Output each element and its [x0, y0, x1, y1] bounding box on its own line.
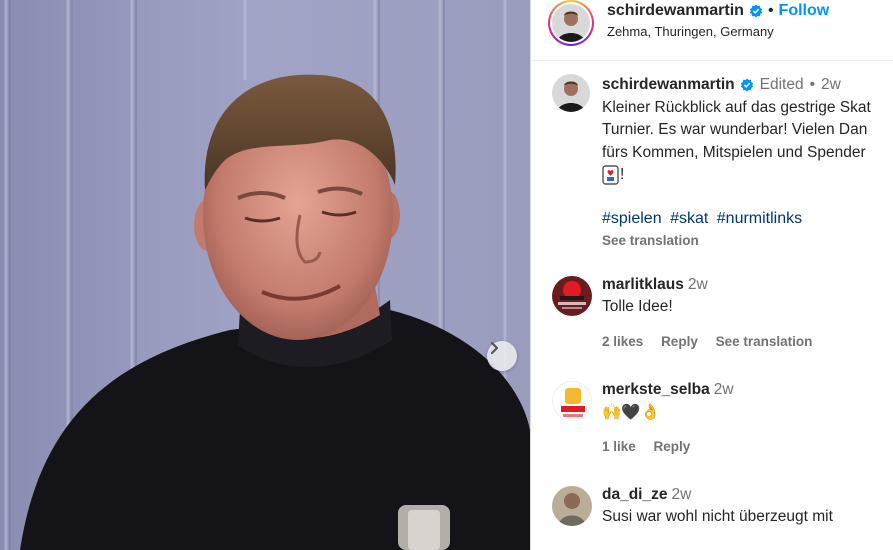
caption-avatar[interactable] — [552, 74, 590, 112]
comment-age[interactable]: 2w — [714, 381, 734, 398]
next-photo-button[interactable] — [487, 341, 517, 371]
comment-actions: 1 like Reply — [602, 439, 704, 454]
post-side-panel: schirdewanmartin • Follow Zehma, Thuring… — [530, 0, 893, 550]
comment-username[interactable]: merkste_selba — [602, 381, 710, 398]
caption-age[interactable]: 2w — [821, 74, 841, 97]
instagram-post-view: schirdewanmartin • Follow Zehma, Thuring… — [0, 0, 893, 550]
reply-button[interactable]: Reply — [661, 334, 698, 349]
verified-badge-icon — [740, 78, 753, 92]
header-username[interactable]: schirdewanmartin — [607, 2, 744, 20]
hashtag-link[interactable]: #skat — [670, 210, 708, 227]
header-username-row: schirdewanmartin • Follow — [607, 2, 829, 20]
caption-hashtags: #spielen #skat #nurmitlinks — [602, 210, 806, 228]
caption-line-3: fürs Kommen, Mitspielen und Spender — [602, 143, 866, 161]
comment-text: Tolle Idee! — [602, 298, 673, 315]
comment-text: 🙌🖤👌 — [602, 404, 660, 421]
commenter-avatar[interactable] — [552, 486, 592, 526]
comment-header: da_di_ze 2w — [602, 486, 691, 504]
separator-dot: • — [809, 76, 816, 93]
story-ring[interactable] — [548, 0, 594, 46]
hashtag-link[interactable]: #nurmitlinks — [717, 210, 802, 227]
comment-age[interactable]: 2w — [688, 276, 708, 293]
comment-likes[interactable]: 2 likes — [602, 334, 643, 349]
verified-badge-icon — [749, 4, 763, 18]
follow-button[interactable]: Follow — [779, 2, 830, 20]
author-avatar — [552, 4, 590, 42]
see-translation-button[interactable]: See translation — [716, 334, 813, 349]
hashtag-link[interactable]: #spielen — [602, 210, 662, 227]
post-header: schirdewanmartin • Follow Zehma, Thuring… — [531, 0, 893, 61]
post-photo — [0, 0, 530, 550]
caption-trailing: ! — [620, 166, 625, 183]
comment-header: merkste_selba 2w — [602, 381, 734, 399]
caption-line-2: Turnier. Es war wunderbar! Vielen Dan — [602, 121, 868, 138]
playing-card-emoji-icon — [602, 165, 619, 185]
comment-text: Susi war wohl nicht überzeugt mit — [602, 508, 833, 525]
comment-username[interactable]: marlitklaus — [602, 276, 684, 293]
commenter-avatar[interactable] — [552, 276, 592, 316]
comment-age[interactable]: 2w — [671, 486, 691, 503]
caption-line-1: Kleiner Rückblick auf das gestrige Skat — [602, 98, 871, 116]
comment-header: marlitklaus 2w — [602, 276, 708, 294]
caption-see-translation[interactable]: See translation — [602, 233, 699, 248]
reply-button[interactable]: Reply — [654, 439, 691, 454]
post-location[interactable]: Zehma, Thuringen, Germany — [607, 24, 774, 39]
comment-likes[interactable]: 1 like — [602, 439, 636, 454]
chevron-right-icon — [490, 341, 499, 355]
caption-username[interactable]: schirdewanmartin — [602, 74, 735, 97]
post-photo-image — [0, 0, 530, 550]
separator-dot: • — [767, 2, 774, 19]
caption-text: schirdewanmartin Edited • 2w Kleiner Rüc… — [602, 74, 893, 187]
comment-actions: 2 likes Reply See translation — [602, 334, 826, 349]
commenter-avatar[interactable] — [552, 381, 592, 421]
comment-username[interactable]: da_di_ze — [602, 486, 667, 503]
edited-label: Edited — [759, 76, 804, 93]
